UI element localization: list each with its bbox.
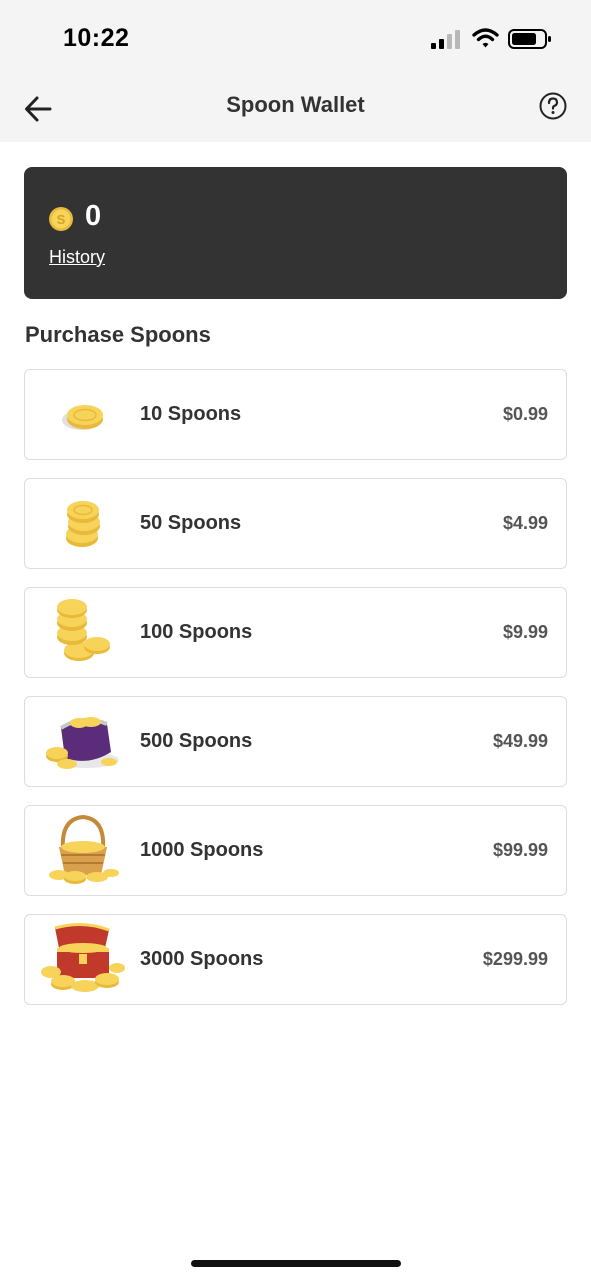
package-item-50[interactable]: 50 Spoons $4.99	[24, 478, 567, 569]
package-item-10[interactable]: 10 Spoons $0.99	[24, 369, 567, 460]
package-item-500[interactable]: 500 Spoons $49.99	[24, 696, 567, 787]
package-item-100[interactable]: 100 Spoons $9.99	[24, 587, 567, 678]
coin-stack-icon	[66, 501, 100, 547]
history-link[interactable]: History	[49, 247, 105, 268]
wallet-balance: 0	[85, 200, 102, 232]
svg-text:S: S	[57, 212, 66, 227]
package-item-1000[interactable]: 1000 Spoons $99.99	[24, 805, 567, 896]
package-name: 100 Spoons	[140, 621, 253, 643]
package-price: $9.99	[502, 622, 548, 642]
wifi-icon	[472, 28, 499, 48]
cellular-signal-icon	[431, 30, 460, 49]
page-title: Spoon Wallet	[226, 92, 365, 117]
coin-purse-icon	[46, 717, 119, 769]
treasure-chest-icon	[41, 923, 125, 992]
package-list: 10 Spoons $0.99 50 Spoons $4.99 100 Spoo…	[24, 369, 567, 1023]
package-name: 10 Spoons	[140, 403, 242, 425]
package-price: $299.99	[482, 949, 548, 969]
single-coin-icon	[62, 405, 103, 430]
coin-pile-icon	[57, 599, 110, 661]
help-button[interactable]	[538, 91, 568, 121]
package-name: 3000 Spoons	[140, 948, 264, 970]
spoon-coin-icon: S	[49, 207, 73, 231]
package-name: 1000 Spoons	[140, 839, 264, 861]
wallet-balance-card: S 0 History	[24, 167, 567, 299]
package-price: $4.99	[502, 513, 548, 533]
package-name: 500 Spoons	[140, 730, 253, 752]
nav-bar: Spoon Wallet	[0, 80, 591, 142]
package-item-3000[interactable]: 3000 Spoons $299.99	[24, 914, 567, 1005]
status-bar: 10:22	[0, 0, 591, 80]
package-price: $49.99	[492, 731, 548, 751]
package-price: $99.99	[492, 840, 548, 860]
battery-icon	[508, 29, 551, 49]
coin-basket-icon	[49, 814, 119, 884]
package-name: 50 Spoons	[140, 512, 242, 534]
package-price: $0.99	[502, 404, 548, 424]
home-indicator	[191, 1260, 401, 1267]
status-time: 10:22	[63, 24, 130, 52]
section-title: Purchase Spoons	[25, 322, 211, 347]
